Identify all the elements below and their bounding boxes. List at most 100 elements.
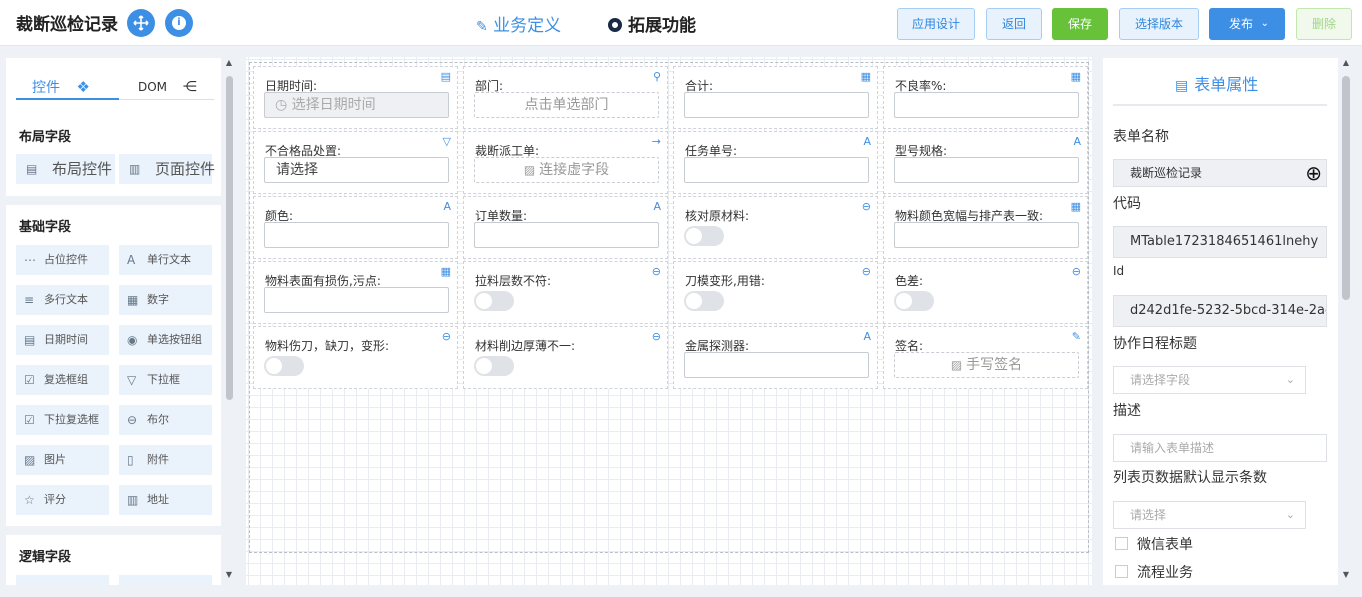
- toggle-icon: ⊖: [651, 265, 661, 278]
- palette-item-star[interactable]: ☆ 评分: [16, 485, 109, 515]
- scroll-up-icon[interactable]: ▲: [1340, 58, 1352, 67]
- picker-field[interactable]: ▨ 手写签名: [894, 352, 1079, 378]
- toggle-switch[interactable]: [474, 356, 514, 376]
- text-input[interactable]: [474, 222, 659, 248]
- text-input[interactable]: [894, 157, 1079, 183]
- picker-field[interactable]: 点击单选部门: [474, 92, 659, 118]
- code-field[interactable]: MTable1723184651461lnehy: [1113, 226, 1327, 258]
- text-input[interactable]: [684, 157, 869, 183]
- palette-item-map[interactable]: ▥ 地址: [119, 485, 212, 515]
- form-field[interactable]: 不合格品处置: ▽ 请选择: [253, 131, 458, 194]
- form-field[interactable]: 颜色: A: [253, 196, 458, 259]
- text-input[interactable]: [264, 222, 449, 248]
- form-canvas[interactable]: 日期时间: ▤ ◷ 选择日期时间 部门: ⚲ 点击单选部门 合计: ▦ 不良率%: ▦ 不合格品处置…: [246, 57, 1092, 585]
- palette-item-checkbox[interactable]: ☑ 复选框组: [16, 365, 109, 395]
- field-value: 点击单选部门: [524, 97, 609, 113]
- form-container[interactable]: 日期时间: ▤ ◷ 选择日期时间 部门: ⚲ 点击单选部门 合计: ▦ 不良率%: ▦ 不合格品处置…: [249, 62, 1089, 553]
- picker-field[interactable]: ▨ 连接虚字段: [474, 157, 659, 183]
- palette-item-label: 复选框组: [44, 373, 88, 386]
- form-field[interactable]: 部门: ⚲ 点击单选部门: [463, 66, 668, 129]
- form-field[interactable]: 合计: ▦: [673, 66, 878, 129]
- palette-item-placeholder[interactable]: ⋯ 占位控件: [16, 245, 109, 275]
- form-field[interactable]: 金属探测器: A: [673, 326, 878, 389]
- form-field[interactable]: 裁断派工单: → ▨ 连接虚字段: [463, 131, 668, 194]
- save-button[interactable]: 保存: [1052, 8, 1108, 40]
- tab-dom[interactable]: DOM ⋲: [138, 79, 197, 95]
- palette-item-logic-2[interactable]: [119, 575, 212, 585]
- form-field[interactable]: 物料伤刀，缺刀，变形: ⊖: [253, 326, 458, 389]
- calendar-icon: ▤: [24, 333, 36, 347]
- tab-controls[interactable]: 控件 ❖: [32, 77, 90, 97]
- toggle-switch[interactable]: [684, 226, 724, 246]
- form-name-field[interactable]: 裁断巡检记录 ⊕: [1113, 159, 1327, 187]
- palette-item-toggle[interactable]: ⊖ 布尔: [119, 405, 212, 435]
- scroll-down-icon[interactable]: ▼: [1340, 570, 1352, 579]
- form-icon: ▤: [1175, 78, 1189, 94]
- palette-scrollbar[interactable]: ▲ ▼: [225, 58, 233, 582]
- form-field[interactable]: 订单数量: A: [463, 196, 668, 259]
- palette-item-dropdown[interactable]: ▽ 下拉框: [119, 365, 212, 395]
- page-size-select[interactable]: 请选择 ⌄: [1113, 501, 1306, 529]
- form-field[interactable]: 任务单号: A: [673, 131, 878, 194]
- form-field[interactable]: 核对原材料: ⊖: [673, 196, 878, 259]
- map-icon: ▥: [127, 493, 139, 507]
- palette-item-multiline-text[interactable]: ≡ 多行文本: [16, 285, 109, 315]
- info-button[interactable]: i: [165, 9, 193, 37]
- delete-button[interactable]: 删除: [1296, 8, 1352, 40]
- palette-item-image[interactable]: ▨ 图片: [16, 445, 109, 475]
- palette-item-calendar[interactable]: ▤ 日期时间: [16, 325, 109, 355]
- text-input[interactable]: [684, 352, 869, 378]
- form-field[interactable]: 色差: ⊖: [883, 261, 1088, 324]
- palette-item-layout[interactable]: ▤ 布局控件: [16, 154, 115, 184]
- palette-item-dropdown-checkbox[interactable]: ☑ 下拉复选框: [16, 405, 109, 435]
- calculator-icon: ▦: [860, 70, 871, 83]
- palette-item-label: 评分: [44, 493, 66, 506]
- form-field[interactable]: 材料削边厚薄不一: ⊖: [463, 326, 668, 389]
- wechat-form-checkbox[interactable]: [1115, 537, 1128, 550]
- form-field[interactable]: 拉料层数不符: ⊖: [463, 261, 668, 324]
- palette-item-page[interactable]: ▥ 页面控件: [119, 154, 215, 184]
- palette-item-text[interactable]: A 单行文本: [119, 245, 212, 275]
- tab-business-definition[interactable]: ✎ 业务定义: [476, 11, 561, 36]
- text-input[interactable]: [684, 92, 869, 118]
- scroll-up-icon[interactable]: ▲: [225, 58, 233, 67]
- globe-icon[interactable]: ⊕: [1305, 162, 1322, 184]
- form-field[interactable]: 日期时间: ▤ ◷ 选择日期时间: [253, 66, 458, 129]
- publish-button[interactable]: 发布 ⌄: [1209, 8, 1285, 40]
- description-input[interactable]: 请输入表单描述: [1113, 434, 1327, 462]
- form-field[interactable]: 签名: ✎ ▨ 手写签名: [883, 326, 1088, 389]
- palette-item-calculator[interactable]: ▦ 数字: [119, 285, 212, 315]
- scroll-thumb[interactable]: [1342, 76, 1350, 300]
- text-input[interactable]: 请选择: [264, 157, 449, 183]
- palette-item-logic-1[interactable]: [16, 575, 109, 585]
- id-field[interactable]: d242d1fe-5232-5bcd-314e-2aef: [1113, 295, 1327, 327]
- form-field[interactable]: 不良率%: ▦: [883, 66, 1088, 129]
- toggle-switch[interactable]: [894, 291, 934, 311]
- move-button[interactable]: [127, 9, 155, 37]
- flow-business-checkbox[interactable]: [1115, 565, 1128, 578]
- properties-scrollbar[interactable]: ▲ ▼: [1340, 58, 1352, 582]
- app-design-button[interactable]: 应用设计: [897, 8, 975, 40]
- form-field[interactable]: 型号规格: A: [883, 131, 1088, 194]
- toggle-switch[interactable]: [684, 291, 724, 311]
- toggle-switch[interactable]: [264, 356, 304, 376]
- palette-item-attachment[interactable]: ▯ 附件: [119, 445, 212, 475]
- scroll-thumb[interactable]: [226, 76, 233, 400]
- form-field[interactable]: 物料表面有损伤,污点: ▦: [253, 261, 458, 324]
- date-picker[interactable]: ◷ 选择日期时间: [264, 92, 449, 118]
- schedule-title-select[interactable]: 请选择字段 ⌄: [1113, 366, 1306, 394]
- palette-item-label: 布尔: [147, 413, 169, 426]
- scroll-down-icon[interactable]: ▼: [225, 570, 233, 579]
- palette-item-radio[interactable]: ◉ 单选按钮组: [119, 325, 212, 355]
- text-input[interactable]: [264, 287, 449, 313]
- form-field[interactable]: 刀模变形,用错: ⊖: [673, 261, 878, 324]
- back-button[interactable]: 返回: [986, 8, 1042, 40]
- toggle-switch[interactable]: [474, 291, 514, 311]
- text-input[interactable]: [894, 92, 1079, 118]
- tab-extended-features[interactable]: 拓展功能: [608, 11, 696, 36]
- text-input[interactable]: [894, 222, 1079, 248]
- select-version-button[interactable]: 选择版本: [1119, 8, 1199, 40]
- form-field[interactable]: 物料颜色宽幅与排产表一致: ▦: [883, 196, 1088, 259]
- form-name-label: 表单名称: [1113, 129, 1169, 145]
- palette-item-label: 占位控件: [44, 253, 88, 266]
